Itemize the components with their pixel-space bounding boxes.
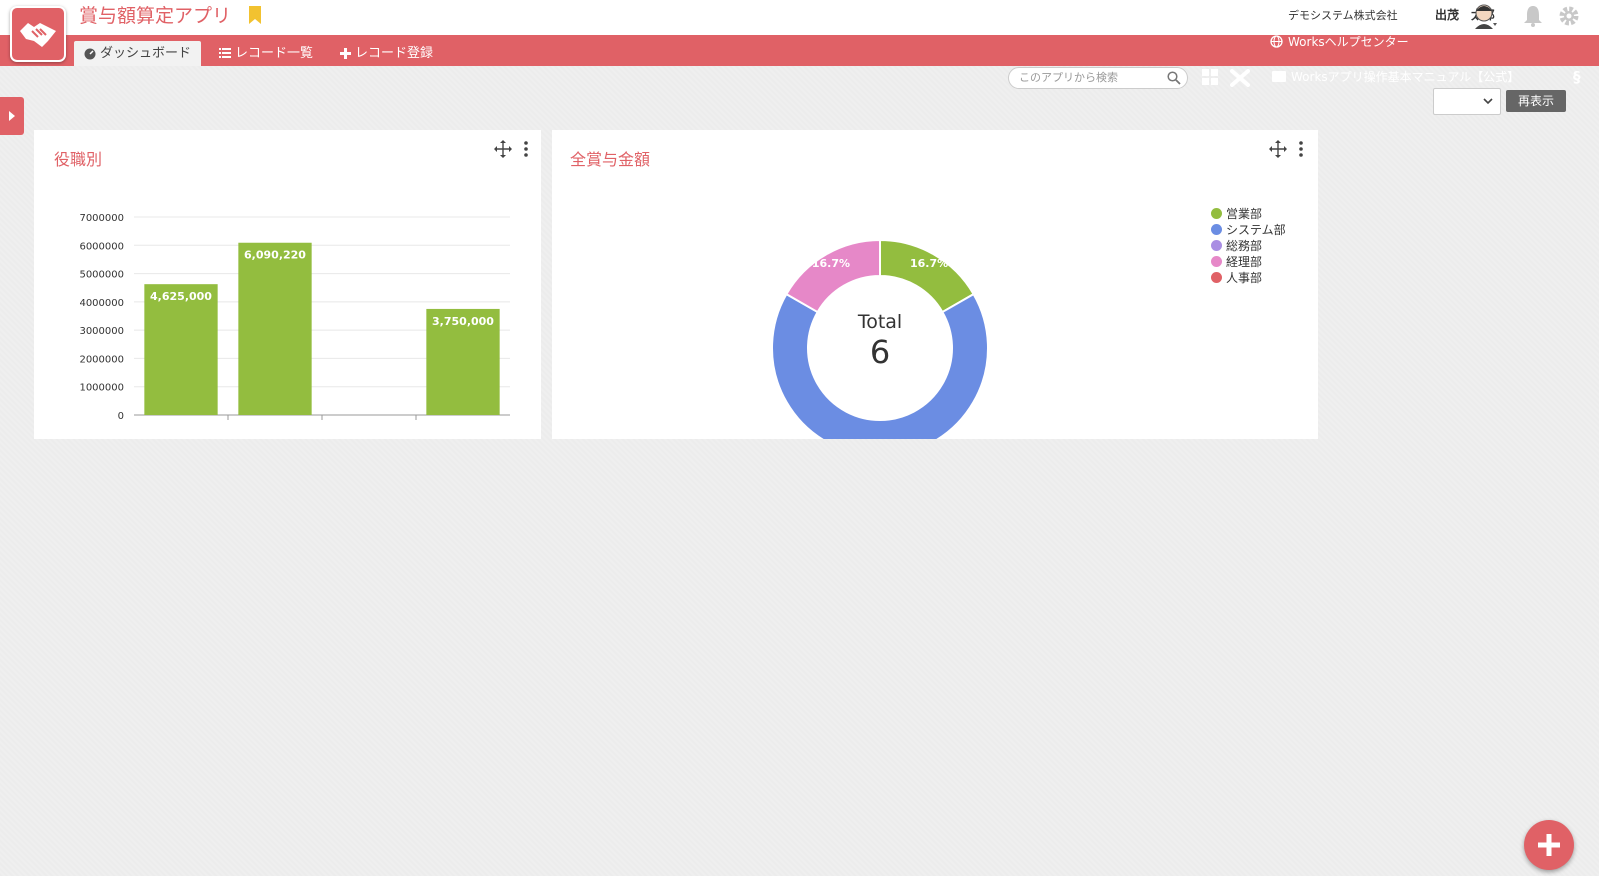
legend-label: 経理部	[1226, 254, 1263, 269]
bookmark-icon[interactable]	[249, 6, 261, 24]
handshake-icon	[20, 23, 56, 47]
legend-label: システム部	[1226, 222, 1286, 237]
manual-link[interactable]: Worksアプリ操作基本マニュアル【公式】	[1272, 68, 1519, 85]
chevron-down-icon	[1483, 98, 1493, 105]
legend-dot	[1211, 223, 1222, 235]
y-tick-label: 6000000	[79, 241, 124, 252]
avatar[interactable]	[1473, 3, 1497, 29]
legend-item[interactable]: 総務部	[1211, 237, 1286, 253]
bar-value-label: 3,750,000	[432, 315, 494, 328]
donut-center-label: Total	[857, 311, 902, 333]
slice-label: 16.7%	[812, 257, 850, 270]
refresh-button[interactable]: 再表示	[1506, 90, 1566, 112]
legend-dot	[1211, 255, 1222, 267]
legend-item[interactable]: システム部	[1211, 221, 1286, 237]
y-tick-label: 5000000	[79, 270, 124, 281]
s-logo-icon[interactable]: §	[1573, 68, 1581, 86]
tab-record-list[interactable]: レコード一覧	[209, 41, 323, 66]
grid-icon[interactable]	[1202, 69, 1218, 85]
legend-label: 人事部	[1226, 270, 1263, 285]
bar[interactable]	[238, 242, 312, 415]
search-icon[interactable]	[1167, 71, 1181, 85]
globe-icon	[1270, 35, 1283, 48]
legend-label: 総務部	[1226, 238, 1263, 253]
y-tick-label: 0	[118, 411, 124, 422]
legend-item[interactable]: 経理部	[1211, 253, 1286, 269]
tab-dashboard[interactable]: ダッシュボード	[74, 41, 202, 66]
sidebar-toggle[interactable]	[0, 97, 24, 135]
bar-value-label: 6,090,220	[244, 249, 306, 262]
legend-dot	[1211, 271, 1222, 283]
donut-slice[interactable]	[785, 238, 881, 314]
tools-icon[interactable]	[1230, 69, 1250, 87]
tab-label: レコード一覧	[235, 46, 314, 61]
bar-chart: 0 1000000 2000000 3000000 4000000 5000000 6000…	[79, 213, 510, 422]
help-center-link[interactable]: Worksヘルプセンター	[1270, 33, 1409, 50]
legend-item[interactable]: 営業部	[1211, 205, 1286, 221]
donut-center-value: 6	[870, 333, 890, 371]
y-tick-label: 2000000	[79, 354, 124, 365]
manual-label: Worksアプリ操作基本マニュアル【公式】	[1291, 70, 1520, 84]
legend-label: 営業部	[1226, 206, 1263, 221]
slice-label: 16.7%	[910, 257, 948, 270]
list-icon	[219, 48, 231, 58]
help-center-label: Worksヘルプセンター	[1288, 35, 1409, 49]
donut-legend: 営業部 システム部 総務部 経理部 人事部	[1211, 205, 1286, 285]
app-title[interactable]: 賞与額算定アプリ	[79, 4, 231, 28]
plus-icon	[340, 48, 351, 59]
tab-label: ダッシュボード	[100, 46, 192, 61]
plus-icon	[1538, 834, 1560, 856]
bar-chart-panel: 役職別 0 1000000 2000000 3000000 4000000 5000000…	[34, 130, 541, 439]
donut-chart: 16.7%66.7%16.7%Total6	[771, 238, 989, 439]
y-tick-label: 7000000	[79, 213, 124, 224]
search-placeholder: このアプリから検索	[1019, 71, 1118, 84]
company-name: デモシステム株式会社	[1288, 9, 1398, 22]
book-icon	[1272, 71, 1286, 82]
legend-dot	[1211, 207, 1222, 219]
bar[interactable]	[144, 284, 218, 415]
legend-item[interactable]: 人事部	[1211, 269, 1286, 285]
search-input[interactable]: このアプリから検索	[1008, 67, 1188, 89]
donut-chart-panel: 全賞与金額 16.7%66.7%16.7%Total6	[552, 130, 1318, 439]
gear-icon[interactable]	[1558, 5, 1580, 27]
tab-record-add[interactable]: レコード登録	[330, 41, 443, 66]
bell-icon[interactable]	[1523, 5, 1543, 27]
add-record-button[interactable]	[1524, 820, 1574, 870]
bar-value-label: 4,625,000	[150, 290, 212, 303]
app-logo[interactable]	[10, 6, 66, 62]
y-tick-label: 1000000	[79, 383, 124, 394]
y-tick-label: 4000000	[79, 298, 124, 309]
legend-dot	[1211, 239, 1222, 251]
dashboard-icon	[84, 48, 96, 59]
tab-label: レコード登録	[355, 46, 434, 61]
period-select[interactable]	[1433, 88, 1501, 115]
chevron-right-icon	[9, 111, 15, 121]
y-tick-label: 3000000	[79, 326, 124, 337]
